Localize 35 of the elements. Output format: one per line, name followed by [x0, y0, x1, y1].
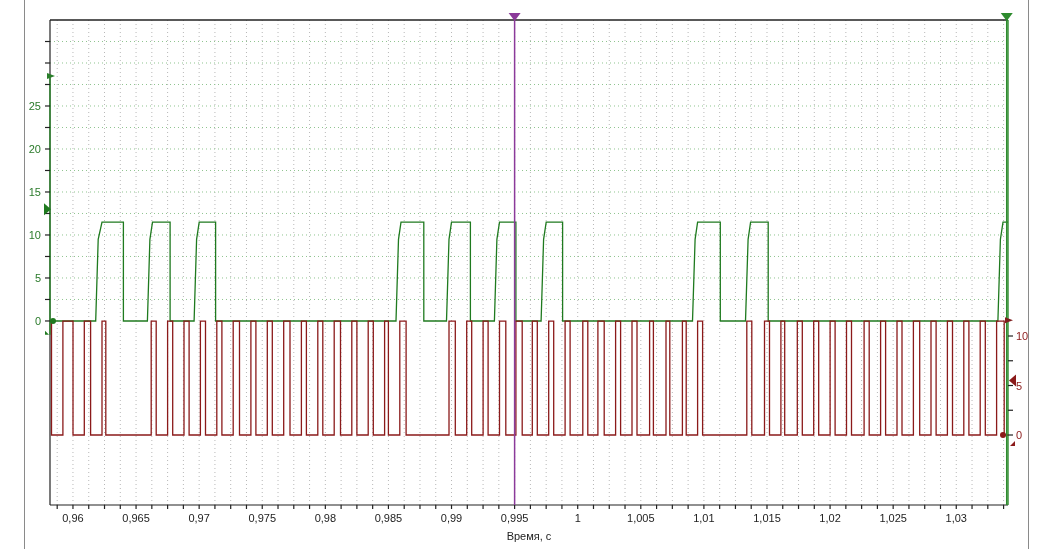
x-tick-label: 0,96 — [62, 512, 84, 524]
x-tick-label: 1,02 — [819, 512, 841, 524]
x-tick-label: 1,005 — [627, 512, 655, 524]
y-tick-label: 0 — [34, 315, 41, 327]
x-tick-label: 0,995 — [500, 512, 529, 524]
cursor-line[interactable] — [1000, 13, 1013, 506]
x-tick-label: 1,015 — [753, 512, 781, 524]
triangle-marker-icon[interactable] — [1009, 374, 1016, 387]
x-tick-label: 1,03 — [945, 512, 967, 524]
flag-icon[interactable] — [47, 72, 55, 79]
y-tick-label: 5 — [1016, 379, 1023, 392]
y-tick-label: 10 — [28, 229, 41, 241]
corner-marker-icon[interactable] — [1010, 440, 1015, 446]
y-tick-label: 20 — [28, 143, 41, 155]
triangle-marker-icon[interactable] — [44, 203, 51, 216]
x-tick-label: 1,01 — [693, 512, 715, 524]
x-tick-label: 0,99 — [440, 512, 463, 524]
y-tick-label: 5 — [34, 272, 41, 284]
x-tick-label: 0,975 — [248, 512, 276, 524]
corner-marker-icon[interactable] — [45, 330, 49, 335]
flag-icon[interactable] — [1005, 317, 1013, 324]
trace-dot[interactable] — [50, 318, 56, 324]
cursor-line[interactable] — [508, 13, 521, 506]
axis-title: Время, с — [506, 530, 552, 542]
y-tick-label: 0 — [1016, 429, 1023, 441]
y-tick-label: 10 — [1016, 330, 1028, 342]
x-tick-label: 1,025 — [879, 512, 907, 524]
x-tick-label: 0,97 — [188, 512, 210, 524]
x-tick-label: 1 — [574, 512, 581, 524]
x-tick-label: 0,98 — [314, 512, 337, 524]
y-tick-label: 15 — [28, 186, 41, 198]
x-tick-label: 0,965 — [122, 512, 150, 524]
x-tick-label: 0,985 — [374, 512, 403, 524]
trace-dot[interactable] — [1000, 432, 1006, 438]
y-tick-label: 25 — [28, 100, 41, 112]
